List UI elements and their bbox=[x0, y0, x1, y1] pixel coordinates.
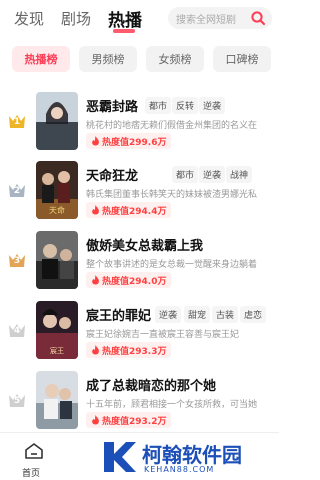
heat-value: 热度值294.4万 bbox=[102, 206, 167, 217]
drama-description: 十五年前，顾君相接一个女孩所救，可当她 bbox=[86, 400, 258, 410]
chip-reputation-list[interactable]: 口碑榜 bbox=[213, 46, 271, 72]
rank-number: 4 bbox=[13, 326, 21, 336]
kehan-logo-icon bbox=[104, 442, 136, 472]
heat-badge: 热度值294.0万 bbox=[86, 272, 172, 288]
drama-description: 整个故事讲述的是女总裁一觉醒来身边躺着 bbox=[86, 260, 258, 270]
search-box[interactable]: 搜索全网短剧 bbox=[168, 7, 272, 29]
drama-description: 韩氏集团董事长韩笑天的妹妹被渣男娜光私 bbox=[86, 190, 258, 200]
rank-number: 3 bbox=[13, 256, 21, 266]
rank-number: 1 bbox=[13, 117, 21, 127]
fire-icon bbox=[92, 275, 99, 285]
watermark-url: KEHAN88.COM bbox=[144, 465, 215, 474]
fire-icon bbox=[92, 345, 99, 355]
drama-description: 桃花村的地痞无赖们假借金州集团的名义在 bbox=[86, 121, 258, 131]
drama-cover[interactable]: 天命 bbox=[36, 161, 78, 219]
tab-discover[interactable]: 发现 bbox=[14, 8, 44, 29]
fire-icon bbox=[92, 136, 99, 146]
tab-hot[interactable]: 热播 bbox=[108, 6, 142, 31]
heat-badge: 热度值293.2万 bbox=[86, 412, 172, 428]
home-icon[interactable] bbox=[24, 442, 44, 460]
top-navigation: 发现 剧场 热播 搜索全网短剧 bbox=[0, 0, 279, 38]
tag: 逆袭 bbox=[199, 97, 226, 114]
tag: 逆袭 bbox=[155, 306, 182, 323]
drama-cover[interactable] bbox=[36, 92, 78, 150]
drama-title[interactable]: 恶霸封路 bbox=[86, 96, 138, 115]
active-tab-indicator bbox=[113, 29, 135, 33]
tag: 虐恋 bbox=[240, 306, 267, 323]
search-placeholder: 搜索全网短剧 bbox=[176, 15, 236, 26]
fire-icon bbox=[92, 205, 99, 215]
home-label: 首页 bbox=[22, 469, 41, 479]
drama-cover[interactable] bbox=[36, 231, 78, 289]
drama-title[interactable]: 宸王的罪妃 bbox=[86, 305, 151, 324]
heat-value: 热度值293.3万 bbox=[102, 346, 167, 357]
heat-value: 热度值293.2万 bbox=[102, 416, 167, 427]
tag: 甜宠 bbox=[184, 306, 211, 323]
chart-category-chips: 热播榜 男频榜 女频榜 口碑榜 bbox=[0, 46, 279, 72]
tab-theater[interactable]: 剧场 bbox=[61, 8, 91, 29]
drama-cover[interactable] bbox=[36, 371, 78, 429]
rank-number: 2 bbox=[13, 186, 21, 196]
tag: 战神 bbox=[226, 166, 253, 183]
watermark-text: 柯翰软件园 bbox=[142, 443, 242, 467]
tag: 反转 bbox=[172, 97, 199, 114]
svg-text:天命: 天命 bbox=[49, 205, 65, 215]
heat-badge: 热度值294.4万 bbox=[86, 202, 172, 218]
heat-value: 热度值299.6万 bbox=[102, 137, 167, 148]
rank-number: 5 bbox=[13, 396, 21, 406]
drama-cover[interactable]: 宸王 bbox=[36, 301, 78, 359]
chip-female-list[interactable]: 女频榜 bbox=[146, 46, 204, 72]
tag: 都市 bbox=[172, 166, 199, 183]
search-icon[interactable] bbox=[250, 10, 266, 26]
chip-male-list[interactable]: 男频榜 bbox=[79, 46, 137, 72]
drama-title[interactable]: 傲娇美女总裁霸上我 bbox=[86, 235, 203, 254]
drama-description: 宸王妃徐婉吉一直被宸王容善与宸王妃 bbox=[86, 330, 240, 340]
heat-badge: 热度值293.3万 bbox=[86, 342, 172, 358]
tag: 逆袭 bbox=[199, 166, 226, 183]
drama-title[interactable]: 成了总裁暗恋的那个她 bbox=[86, 375, 216, 394]
svg-text:宸王: 宸王 bbox=[50, 346, 64, 355]
heat-badge: 热度值299.6万 bbox=[86, 133, 172, 149]
heat-value: 热度值294.0万 bbox=[102, 276, 167, 287]
tag: 古装 bbox=[212, 306, 239, 323]
watermark: 柯翰软件园 KEHAN88.COM bbox=[100, 432, 279, 480]
chip-hot-list[interactable]: 热播榜 bbox=[12, 46, 70, 72]
drama-title[interactable]: 天命狂龙 bbox=[86, 165, 138, 184]
fire-icon bbox=[92, 415, 99, 425]
tag: 都市 bbox=[145, 97, 172, 114]
